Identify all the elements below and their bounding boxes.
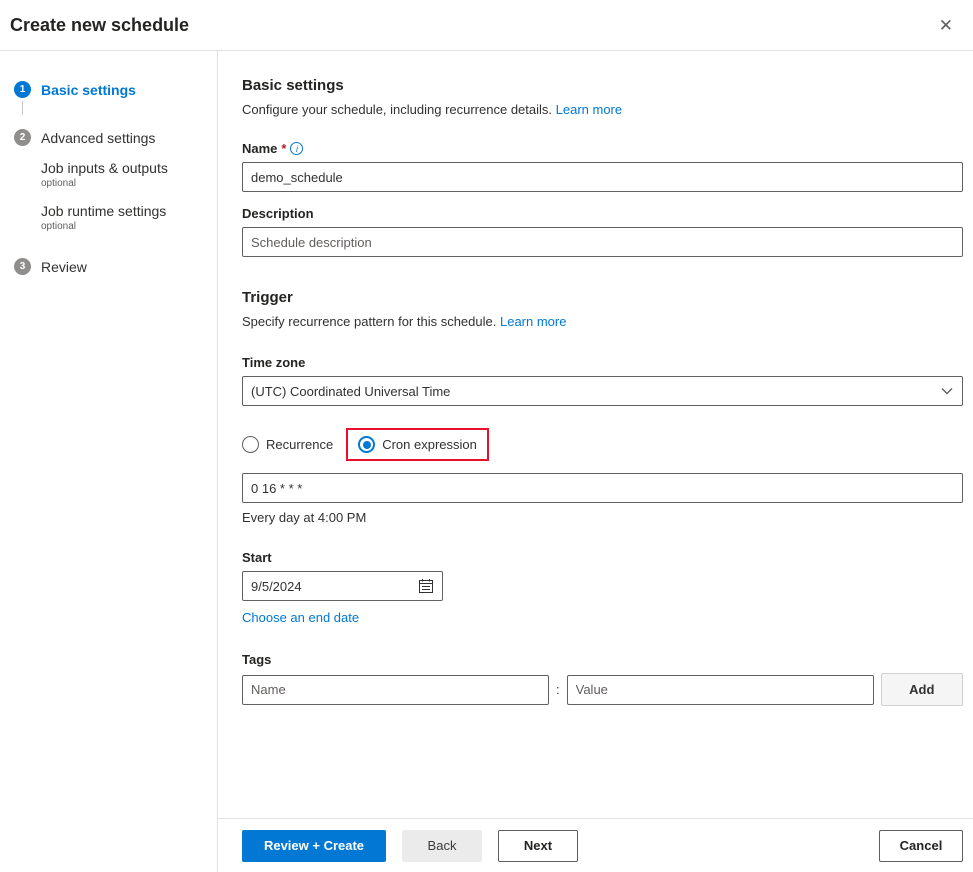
step-2-label: Advanced settings: [41, 129, 156, 146]
cancel-button[interactable]: Cancel: [879, 829, 963, 862]
stepper-step-advanced-settings[interactable]: 2 Advanced settings: [14, 129, 207, 146]
timezone-select[interactable]: (UTC) Coordinated Universal Time: [242, 376, 963, 406]
trigger-learn-more-link[interactable]: Learn more: [500, 314, 566, 329]
step-2-badge: 2: [14, 129, 31, 146]
recurrence-radio[interactable]: Recurrence: [242, 436, 333, 453]
basic-settings-panel: Basic settings Configure your schedule, …: [218, 51, 973, 818]
description-input[interactable]: [242, 227, 963, 257]
step-1-badge: 1: [14, 81, 31, 98]
timezone-selected-value: (UTC) Coordinated Universal Time: [251, 383, 451, 399]
stepper-step-review[interactable]: 3 Review: [14, 258, 207, 275]
start-date-value: 9/5/2024: [251, 578, 302, 594]
radio-unchecked-icon: [242, 436, 259, 453]
wizard-stepper: 1 Basic settings 2 Advanced settings Job…: [0, 51, 218, 872]
choose-end-date-link[interactable]: Choose an end date: [242, 610, 359, 625]
trigger-title: Trigger: [242, 289, 293, 306]
trigger-description: Specify recurrence pattern for this sche…: [242, 314, 567, 329]
section-description: Configure your schedule, including recur…: [242, 102, 623, 117]
step-3-label: Review: [41, 258, 87, 275]
cron-help-text: Every day at 4:00 PM: [242, 510, 367, 525]
tags-label: Tags: [242, 652, 272, 667]
name-label: Name * i: [242, 141, 963, 156]
chevron-down-icon: [940, 384, 954, 398]
description-label: Description: [242, 206, 314, 221]
required-asterisk: *: [281, 141, 287, 156]
cron-expression-radio[interactable]: Cron expression: [358, 436, 477, 453]
stepper-step-basic-settings[interactable]: 1 Basic settings: [14, 81, 207, 98]
optional-note: optional: [41, 221, 77, 232]
dialog-header: Create new schedule ✕: [0, 0, 973, 51]
review-create-button[interactable]: Review + Create: [242, 829, 386, 862]
dialog-footer: Review + Create Back Next Cancel: [218, 818, 973, 872]
dialog-title: Create new schedule: [10, 14, 190, 35]
start-label: Start: [242, 550, 272, 565]
tag-separator: :: [556, 682, 560, 697]
step-3-badge: 3: [14, 258, 31, 275]
optional-note: optional: [41, 178, 77, 189]
stepper-substep-job-inputs-outputs[interactable]: Job inputs & outputs optional: [41, 160, 207, 189]
tag-value-input[interactable]: [566, 674, 874, 705]
radio-checked-icon: [358, 436, 376, 453]
step-connector: [22, 101, 23, 115]
back-button[interactable]: Back: [402, 829, 482, 862]
trigger-type-radio-group: Recurrence Cron expression: [242, 428, 963, 461]
tags-row: : Add: [242, 673, 963, 706]
learn-more-link[interactable]: Learn more: [556, 102, 622, 117]
close-icon[interactable]: ✕: [933, 13, 959, 38]
tag-name-input[interactable]: [242, 674, 549, 705]
next-button[interactable]: Next: [498, 829, 578, 862]
add-tag-button[interactable]: Add: [880, 673, 963, 706]
section-title: Basic settings: [242, 77, 344, 94]
create-schedule-dialog: Create new schedule ✕ 1 Basic settings 2…: [0, 0, 973, 872]
stepper-substep-job-runtime-settings[interactable]: Job runtime settings optional: [41, 203, 207, 232]
cron-expression-input[interactable]: [242, 473, 963, 503]
step-1-label: Basic settings: [41, 81, 136, 98]
start-date-input[interactable]: 9/5/2024: [242, 571, 443, 601]
calendar-icon[interactable]: [418, 578, 434, 594]
name-input[interactable]: [242, 162, 963, 192]
info-icon[interactable]: i: [290, 142, 304, 155]
cron-highlight-box: Cron expression: [346, 428, 489, 461]
timezone-label: Time zone: [242, 355, 306, 370]
